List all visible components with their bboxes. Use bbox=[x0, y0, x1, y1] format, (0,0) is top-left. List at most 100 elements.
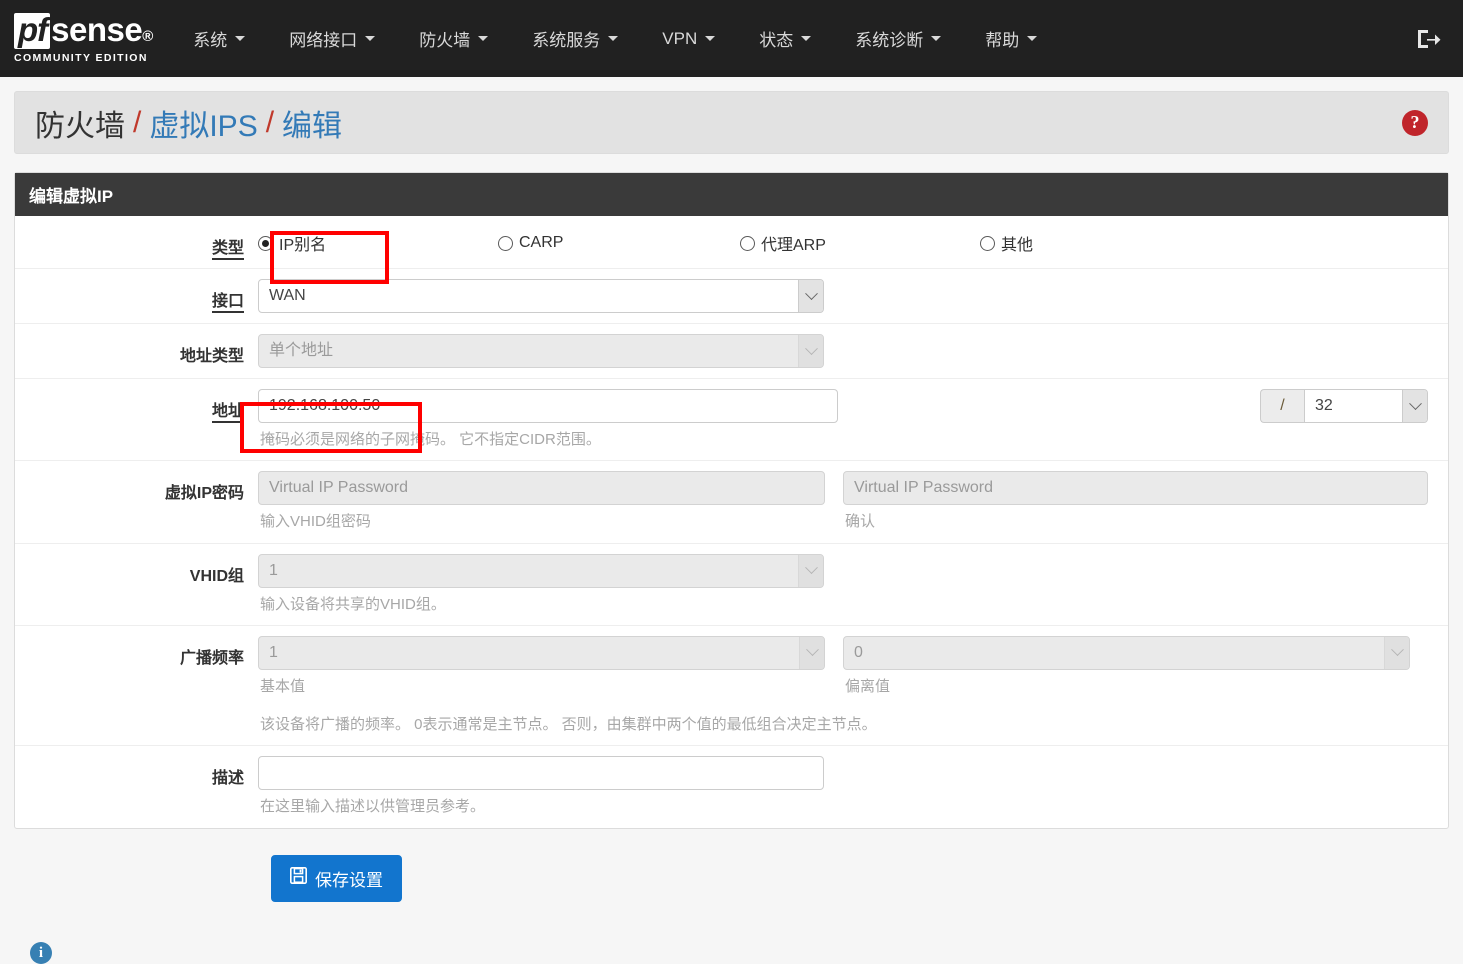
vip-password-help-text: 输入VHID组密码 bbox=[260, 513, 371, 531]
advertising-skew-select: 0 bbox=[843, 635, 1410, 670]
form-row-vhid-group: VHID组 1 输入设备将共享的VHID组。 bbox=[15, 544, 1448, 626]
label-address-type: 地址类型 bbox=[179, 348, 244, 365]
nav-item-status[interactable]: 状态 bbox=[737, 0, 833, 77]
chevron-down-icon bbox=[798, 335, 823, 367]
type-radio-other[interactable]: 其他 bbox=[980, 231, 1033, 255]
interface-select[interactable]: WAN bbox=[258, 279, 824, 313]
label-type: 类型 bbox=[15, 226, 258, 260]
label-interface: 接口 bbox=[15, 279, 258, 313]
form-row-interface: 接口 WAN bbox=[15, 269, 1448, 324]
type-radio-label: 其他 bbox=[1001, 237, 1034, 254]
type-radio-label: 代理ARP bbox=[761, 237, 826, 254]
radio-icon bbox=[498, 235, 513, 251]
form-row-type: 类型 IP别名 CARP 代理ARP 其他 bbox=[15, 216, 1448, 269]
vhid-group-select: 1 bbox=[258, 553, 824, 588]
vhid-group-field-wrap: 1 输入设备将共享的VHID组。 bbox=[258, 553, 1448, 615]
type-radio-ip-alias[interactable]: IP别名 bbox=[258, 231, 498, 255]
form-row-address: 地址 192.168.100.50 掩码必须是网络的子网掩码。 它不指定CIDR… bbox=[15, 379, 1448, 462]
panel-wrapper: 编辑虚拟IP 类型 IP别名 CARP 代理ARP 其他 接口 WAN 地址类型… bbox=[0, 154, 1463, 902]
type-radio-proxy-arp[interactable]: 代理ARP bbox=[740, 231, 980, 255]
breadcrumb-item-virtual-ips[interactable]: 虚拟IPS bbox=[149, 101, 257, 145]
pfsense-logo[interactable]: pf sense ® COMMUNITY EDITION bbox=[0, 0, 171, 77]
save-button[interactable]: 保存设置 bbox=[271, 854, 402, 902]
advertising-skew-value: 0 bbox=[843, 635, 1410, 670]
main-navbar: pf sense ® COMMUNITY EDITION 系统 网络接口 防火墙 系… bbox=[0, 0, 1463, 77]
nav-item-services[interactable]: 系统服务 bbox=[510, 0, 640, 77]
vip-password-field: Virtual IP Password 输入VHID组密码 bbox=[258, 471, 843, 532]
advertising-frequency-help-wrap: 该设备将广播的频率。 0表示通常是主节点。 否则，由集群中两个值的最低组合决定主… bbox=[258, 697, 1428, 735]
description-input[interactable] bbox=[258, 756, 824, 791]
radio-icon bbox=[980, 235, 995, 251]
nav-item-diagnostics[interactable]: 系统诊断 bbox=[833, 0, 963, 77]
nav-item-label: 系统诊断 bbox=[855, 31, 924, 50]
nav-menu: 系统 网络接口 防火墙 系统服务 VPN 状态 系统诊断 帮助 bbox=[171, 0, 1059, 77]
address-field: 192.168.100.50 掩码必须是网络的子网掩码。 它不指定CIDR范围。 bbox=[258, 389, 838, 450]
label-vip-password: 虚拟IP密码 bbox=[164, 485, 244, 503]
description-help-text: 在这里输入描述以供管理员参考。 bbox=[260, 798, 486, 816]
advertising-skew-field: 0 偏离值 bbox=[843, 635, 1428, 697]
cidr-select-wrap: 32 bbox=[1304, 389, 1428, 450]
chevron-down-icon bbox=[801, 36, 812, 41]
nav-item-label: 防火墙 bbox=[419, 31, 471, 50]
label-description: 描述 bbox=[211, 770, 244, 788]
help-icon[interactable]: ? bbox=[1402, 109, 1428, 136]
radio-icon bbox=[258, 235, 273, 251]
radio-icon bbox=[740, 235, 755, 251]
brand-pf: pf bbox=[14, 13, 51, 49]
chevron-down-icon bbox=[235, 36, 246, 41]
nav-item-label: VPN bbox=[662, 28, 698, 48]
chevron-down-icon bbox=[478, 36, 489, 41]
chevron-down-icon bbox=[798, 554, 823, 587]
advertising-base-select: 1 bbox=[258, 635, 825, 670]
address-type-field: 单个地址 bbox=[258, 334, 824, 368]
nav-item-system[interactable]: 系统 bbox=[171, 0, 267, 77]
chevron-down-icon bbox=[798, 280, 823, 312]
brand-sense: sense bbox=[51, 11, 143, 49]
nav-item-label: 帮助 bbox=[985, 31, 1020, 50]
advertising-base-help-text: 基本值 bbox=[260, 677, 306, 695]
brand-subtitle: COMMUNITY EDITION bbox=[14, 51, 148, 64]
info-icon[interactable]: i bbox=[30, 942, 52, 964]
interface-select-value: WAN bbox=[258, 279, 824, 313]
type-radio-row: IP别名 CARP 代理ARP 其他 bbox=[258, 226, 1428, 257]
vip-password-fields: Virtual IP Password 输入VHID组密码 Virtual IP… bbox=[258, 471, 1448, 532]
form-row-address-type: 地址类型 单个地址 bbox=[15, 324, 1448, 379]
address-type-select-value: 单个地址 bbox=[258, 334, 824, 368]
nav-item-firewall[interactable]: 防火墙 bbox=[397, 0, 510, 77]
brand-logo-text: pf sense ® bbox=[14, 13, 153, 49]
nav-item-label: 状态 bbox=[759, 31, 794, 50]
page-root: pf sense ® COMMUNITY EDITION 系统 网络接口 防火墙 系… bbox=[0, 0, 1463, 964]
address-type-select: 单个地址 bbox=[258, 334, 824, 368]
form-row-advertising-frequency: 广播频率 1 基本值 0 偏离值 该设备将广播的频率。 0表示通常是主节点。 否… bbox=[15, 626, 1448, 747]
type-radio-group: IP别名 CARP 代理ARP 其他 bbox=[258, 226, 1448, 257]
description-field: 在这里输入描述以供管理员参考。 bbox=[258, 756, 824, 817]
chevron-down-icon bbox=[705, 36, 716, 41]
breadcrumb-separator: / bbox=[265, 105, 275, 139]
type-radio-carp[interactable]: CARP bbox=[498, 234, 740, 252]
advertising-frequency-fields: 1 基本值 0 偏离值 该设备将广播的频率。 0表示通常是主节点。 否则，由集群… bbox=[258, 635, 1448, 736]
interface-field: WAN bbox=[258, 279, 824, 313]
vip-password-confirm-field: Virtual IP Password 确认 bbox=[843, 471, 1428, 532]
logout-icon[interactable] bbox=[1415, 27, 1441, 51]
label-advertising-frequency: 广播频率 bbox=[179, 649, 244, 667]
cidr-prefix-addon: / bbox=[1260, 389, 1304, 423]
interface-field-wrap: WAN bbox=[258, 279, 1448, 313]
vip-password-confirm-help-text: 确认 bbox=[845, 513, 876, 531]
brand-registered: ® bbox=[142, 28, 154, 46]
nav-item-vpn[interactable]: VPN bbox=[640, 0, 737, 77]
chevron-down-icon bbox=[608, 36, 619, 41]
nav-item-interfaces[interactable]: 网络接口 bbox=[267, 0, 397, 77]
address-field-wrap: 192.168.100.50 掩码必须是网络的子网掩码。 它不指定CIDR范围。… bbox=[258, 389, 1448, 450]
chevron-down-icon bbox=[799, 636, 824, 669]
panel-body: 类型 IP别名 CARP 代理ARP 其他 接口 WAN 地址类型 单个地址 地… bbox=[15, 216, 1448, 828]
address-input[interactable]: 192.168.100.50 bbox=[258, 389, 838, 423]
advertising-base-field: 1 基本值 bbox=[258, 635, 843, 697]
cidr-select[interactable]: 32 bbox=[1304, 389, 1428, 423]
nav-item-label: 系统 bbox=[193, 31, 228, 50]
form-row-description: 描述 在这里输入描述以供管理员参考。 bbox=[15, 746, 1448, 827]
advertising-skew-help-text: 偏离值 bbox=[845, 677, 891, 695]
breadcrumb-item-edit[interactable]: 编辑 bbox=[282, 101, 342, 145]
nav-item-help[interactable]: 帮助 bbox=[963, 0, 1059, 77]
label-address: 地址 bbox=[15, 389, 258, 423]
vhid-group-select-value: 1 bbox=[258, 553, 824, 588]
